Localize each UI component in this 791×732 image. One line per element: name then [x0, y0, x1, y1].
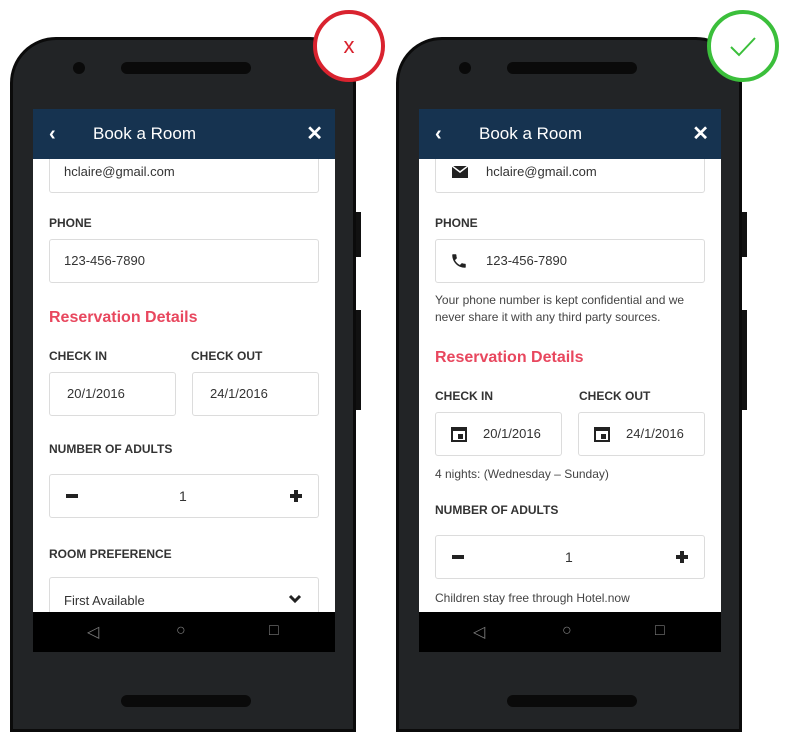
email-field[interactable]: hclaire@gmail.com [49, 159, 319, 193]
back-icon[interactable]: ‹ [49, 123, 56, 146]
speaker [507, 62, 637, 74]
adults-value: 1 [179, 488, 187, 504]
checkin-field[interactable]: 20/1/2016 [49, 372, 176, 416]
app-bar: ‹ Book a Room ✕ [419, 109, 721, 159]
speaker [121, 62, 251, 74]
phone-value: 123-456-7890 [64, 253, 145, 268]
android-nav-bar: ◁ ○ □ [33, 612, 335, 652]
email-field[interactable]: hclaire@gmail.com [435, 159, 705, 193]
nav-recent-icon[interactable]: □ [655, 622, 665, 640]
checkin-value: 20/1/2016 [483, 426, 541, 441]
nav-back-icon[interactable]: ◁ [473, 622, 485, 642]
camera [73, 62, 85, 74]
adults-stepper: 1 [435, 535, 705, 579]
booking-form: hclaire@gmail.com PHONE 123-456-7890 Res… [33, 159, 335, 612]
screen: ‹ Book a Room ✕ hclaire@gmail.com PHONE … [419, 109, 721, 652]
section-title: Reservation Details [49, 309, 198, 326]
checkout-value: 24/1/2016 [626, 426, 684, 441]
checkout-field[interactable]: 24/1/2016 [578, 412, 705, 456]
chevron-down-icon [288, 594, 302, 604]
email-value: hclaire@gmail.com [64, 164, 175, 179]
mail-icon [452, 166, 468, 178]
volume-button [742, 212, 747, 257]
adults-stepper: 1 [49, 474, 319, 518]
right-badge [707, 10, 779, 82]
calendar-icon [451, 427, 467, 442]
phone-field[interactable]: 123-456-7890 [49, 239, 319, 283]
phone-label: PHONE [49, 216, 92, 230]
volume-button [356, 212, 361, 257]
phone-icon [452, 254, 466, 268]
booking-form: hclaire@gmail.com PHONE 123-456-7890 You… [419, 159, 721, 612]
bottom-speaker [121, 695, 251, 707]
nav-back-icon[interactable]: ◁ [87, 622, 99, 642]
checkout-field[interactable]: 24/1/2016 [192, 372, 319, 416]
plus-icon[interactable] [290, 490, 302, 502]
checkout-label: CHECK OUT [579, 389, 651, 403]
phone-mockup-good: ‹ Book a Room ✕ hclaire@gmail.com PHONE … [396, 37, 747, 732]
app-title: Book a Room [93, 124, 196, 143]
checkout-label: CHECK OUT [191, 349, 263, 363]
power-button [742, 310, 747, 410]
adults-label: NUMBER OF ADULTS [49, 442, 173, 456]
room-value: First Available [64, 593, 145, 608]
phone-mockup-bad: ‹ Book a Room ✕ hclaire@gmail.com PHONE … [10, 37, 361, 732]
minus-icon[interactable] [452, 555, 464, 559]
section-title: Reservation Details [435, 349, 584, 366]
wrong-badge: x [313, 10, 385, 82]
check-mark-icon [730, 37, 756, 57]
app-title: Book a Room [479, 124, 582, 143]
x-mark-icon: x [343, 33, 355, 58]
nights-hint: 4 nights: (Wednesday – Sunday) [435, 467, 609, 481]
checkin-label: CHECK IN [435, 389, 494, 403]
screen: ‹ Book a Room ✕ hclaire@gmail.com PHONE … [33, 109, 335, 652]
room-select[interactable]: First Available [49, 577, 319, 612]
nav-home-icon[interactable]: ○ [176, 622, 186, 640]
checkin-value: 20/1/2016 [67, 386, 125, 401]
power-button [356, 310, 361, 410]
checkin-field[interactable]: 20/1/2016 [435, 412, 562, 456]
close-icon[interactable]: ✕ [692, 121, 709, 146]
children-hint: Children stay free through Hotel.now [435, 591, 630, 605]
email-value: hclaire@gmail.com [486, 164, 597, 179]
nav-recent-icon[interactable]: □ [269, 622, 279, 640]
android-nav-bar: ◁ ○ □ [419, 612, 721, 652]
minus-icon[interactable] [66, 494, 78, 498]
phone-field[interactable]: 123-456-7890 [435, 239, 705, 283]
room-label: ROOM PREFERENCE [49, 547, 172, 561]
close-icon[interactable]: ✕ [306, 121, 323, 146]
phone-value: 123-456-7890 [486, 253, 567, 268]
bottom-speaker [507, 695, 637, 707]
camera [459, 62, 471, 74]
phone-label: PHONE [435, 216, 478, 230]
adults-label: NUMBER OF ADULTS [435, 503, 559, 517]
plus-icon[interactable] [676, 551, 688, 563]
checkout-value: 24/1/2016 [210, 386, 268, 401]
app-bar: ‹ Book a Room ✕ [33, 109, 335, 159]
checkin-label: CHECK IN [49, 349, 108, 363]
phone-hint: Your phone number is kept confidential a… [435, 293, 685, 324]
back-icon[interactable]: ‹ [435, 123, 442, 146]
adults-value: 1 [565, 549, 573, 565]
calendar-icon [594, 427, 610, 442]
nav-home-icon[interactable]: ○ [562, 622, 572, 640]
